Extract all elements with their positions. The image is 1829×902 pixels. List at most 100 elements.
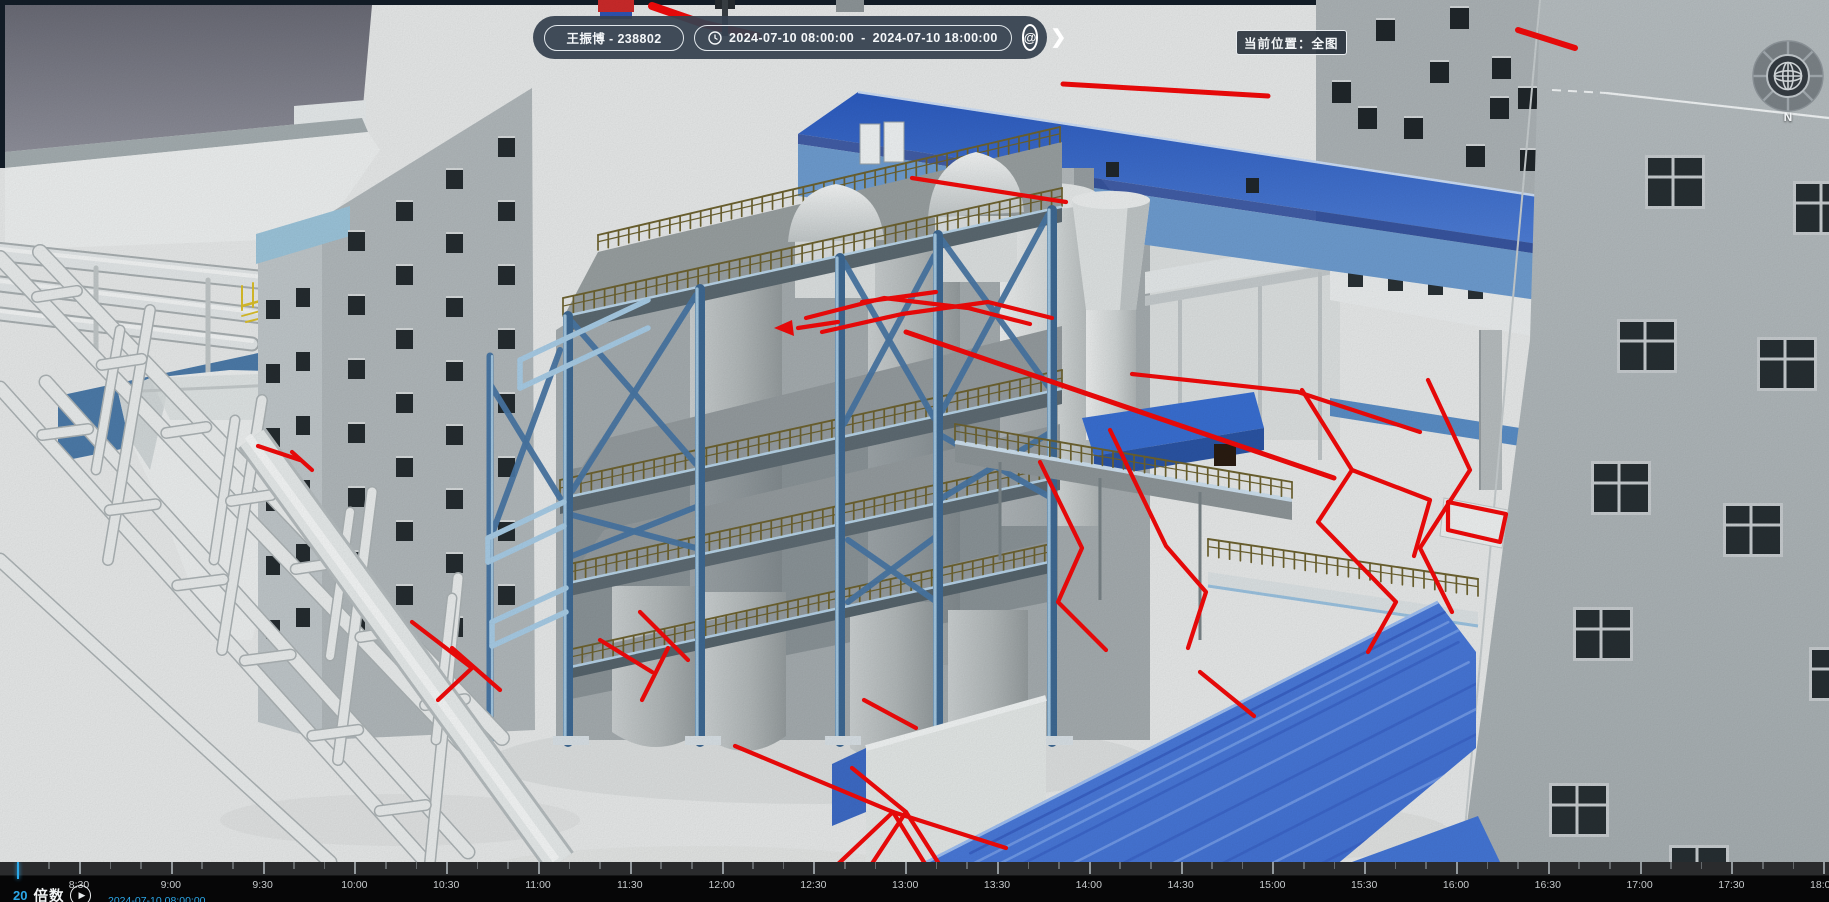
viewport-3d[interactable] bbox=[0, 0, 1829, 902]
chevron-right-button[interactable]: ❯ bbox=[1048, 26, 1068, 49]
timeline-tick-minor bbox=[1119, 862, 1121, 869]
timeline-label: 13:00 bbox=[892, 879, 918, 891]
timeline-tick-minor bbox=[844, 862, 846, 869]
timeline-tick-major bbox=[1272, 862, 1274, 874]
timeline-tick-minor bbox=[48, 862, 50, 869]
timeline-tick-minor bbox=[324, 862, 326, 869]
timeline-tick-major bbox=[1456, 862, 1458, 874]
compass-widget[interactable]: N bbox=[1748, 36, 1828, 128]
timeline-tick-major bbox=[1364, 862, 1366, 874]
chevron-right-icon: ❯ bbox=[1050, 27, 1066, 48]
timeline-tick-minor bbox=[966, 862, 968, 869]
timeline-label: 15:30 bbox=[1351, 879, 1377, 891]
time-start: 2024-07-10 08:00:00 bbox=[729, 31, 854, 45]
timeline-tick-major bbox=[1181, 862, 1183, 874]
timeline-label: 13:30 bbox=[984, 879, 1010, 891]
timeline-tick-minor bbox=[599, 862, 601, 869]
timeline-tick-major bbox=[813, 862, 815, 874]
top-bar: 王振博 - 238802 2024-07-10 08:00:00 - 2024-… bbox=[533, 16, 1047, 59]
timeline-label: 9:30 bbox=[252, 879, 272, 891]
timeline-tick-minor bbox=[1303, 862, 1305, 869]
timeline-tick-minor bbox=[1242, 862, 1244, 869]
locate-button[interactable]: @ bbox=[1022, 24, 1039, 51]
timeline-tick-minor bbox=[1517, 862, 1519, 869]
clock-icon bbox=[708, 31, 722, 45]
timeline-tick-minor bbox=[1578, 862, 1580, 869]
timeline: 8:309:009:3010:0010:3011:0011:3012:0012:… bbox=[0, 862, 1829, 902]
timeline-label: 10:00 bbox=[341, 879, 367, 891]
time-separator: - bbox=[861, 31, 866, 45]
timeline-tick-minor bbox=[752, 862, 754, 869]
timeline-tick-minor bbox=[110, 862, 112, 869]
timeline-tick-minor bbox=[569, 862, 571, 869]
timeline-tick-minor bbox=[477, 862, 479, 869]
globe-icon bbox=[1775, 63, 1802, 90]
current-location-badge: 当前位置：全图 bbox=[1236, 30, 1347, 55]
time-end: 2024-07-10 18:00:00 bbox=[873, 31, 998, 45]
timeline-tick-minor bbox=[1609, 862, 1611, 869]
timeline-label: 16:00 bbox=[1443, 879, 1469, 891]
timeline-tick-minor bbox=[1670, 862, 1672, 869]
timeline-tick-minor bbox=[1701, 862, 1703, 869]
timeline-label: 15:00 bbox=[1259, 879, 1285, 891]
timeline-label: 11:30 bbox=[617, 879, 643, 891]
timeline-tick-minor bbox=[1425, 862, 1427, 869]
compass-north-label: N bbox=[1784, 110, 1793, 124]
timeline-tick-minor bbox=[1395, 862, 1397, 869]
current-location-label: 当前位置：全图 bbox=[1244, 37, 1339, 51]
timeline-label: 12:30 bbox=[800, 879, 826, 891]
speed-label: 倍数 bbox=[33, 885, 64, 902]
timeline-tick-minor bbox=[936, 862, 938, 869]
timeline-tick-major bbox=[354, 862, 356, 874]
timeline-tick-minor bbox=[1058, 862, 1060, 869]
person-label: 王振博 - 238802 bbox=[566, 28, 661, 47]
timeline-tick-minor bbox=[1334, 862, 1336, 869]
timeline-tick-minor bbox=[1211, 862, 1213, 869]
app-window: 王振博 - 238802 2024-07-10 08:00:00 - 2024-… bbox=[0, 0, 1829, 902]
timeline-tick-minor bbox=[416, 862, 418, 869]
timeline-tick-minor bbox=[385, 862, 387, 869]
timeline-tick-major bbox=[997, 862, 999, 874]
compass-icon bbox=[1748, 36, 1828, 116]
timeline-tick-major bbox=[1640, 862, 1642, 874]
timeline-tick-major bbox=[1731, 862, 1733, 874]
timeline-label: 17:00 bbox=[1626, 879, 1652, 891]
timeline-tick-minor bbox=[1487, 862, 1489, 869]
play-icon: ▶ bbox=[79, 890, 86, 901]
timeline-tick-minor bbox=[875, 862, 877, 869]
play-button[interactable]: ▶ bbox=[70, 885, 91, 902]
timeline-label: 16:30 bbox=[1535, 879, 1561, 891]
timeline-tick-major bbox=[1823, 862, 1825, 874]
timeline-label: 9:00 bbox=[161, 879, 181, 891]
timeline-label: 10:30 bbox=[433, 879, 459, 891]
timeline-ruler[interactable] bbox=[0, 862, 1829, 876]
locate-icon: @ bbox=[1024, 30, 1037, 45]
timeline-label: 11:00 bbox=[525, 879, 551, 891]
timeline-tick-minor bbox=[1762, 862, 1764, 869]
timeline-tick-minor bbox=[1028, 862, 1030, 869]
time-range-selector[interactable]: 2024-07-10 08:00:00 - 2024-07-10 18:00:0… bbox=[694, 25, 1012, 51]
timeline-tick-major bbox=[722, 862, 724, 874]
timeline-label: 17:30 bbox=[1718, 879, 1744, 891]
timeline-tick-major bbox=[79, 862, 81, 874]
timeline-label: 12:00 bbox=[708, 879, 734, 891]
speed-value[interactable]: 20 bbox=[13, 888, 27, 902]
timeline-tick-minor bbox=[201, 862, 203, 869]
texture-overlay bbox=[0, 0, 1829, 902]
timeline-label: 14:30 bbox=[1167, 879, 1193, 891]
timeline-tick-minor bbox=[507, 862, 509, 869]
timeline-tick-major bbox=[538, 862, 540, 874]
timeline-tick-minor bbox=[140, 862, 142, 869]
timeline-tick-major bbox=[905, 862, 907, 874]
timeline-tick-minor bbox=[660, 862, 662, 869]
timeline-playhead[interactable] bbox=[17, 862, 19, 879]
timeline-tick-major bbox=[1089, 862, 1091, 874]
person-selector[interactable]: 王振博 - 238802 bbox=[544, 25, 684, 51]
timeline-tick-major bbox=[630, 862, 632, 874]
playback-controls: 20 倍数 ▶ bbox=[13, 885, 91, 902]
timeline-tick-minor bbox=[691, 862, 693, 869]
timeline-tick-major bbox=[1548, 862, 1550, 874]
timeline-label: 14:00 bbox=[1076, 879, 1102, 891]
timeline-tick-minor bbox=[293, 862, 295, 869]
timeline-tick-minor bbox=[783, 862, 785, 869]
